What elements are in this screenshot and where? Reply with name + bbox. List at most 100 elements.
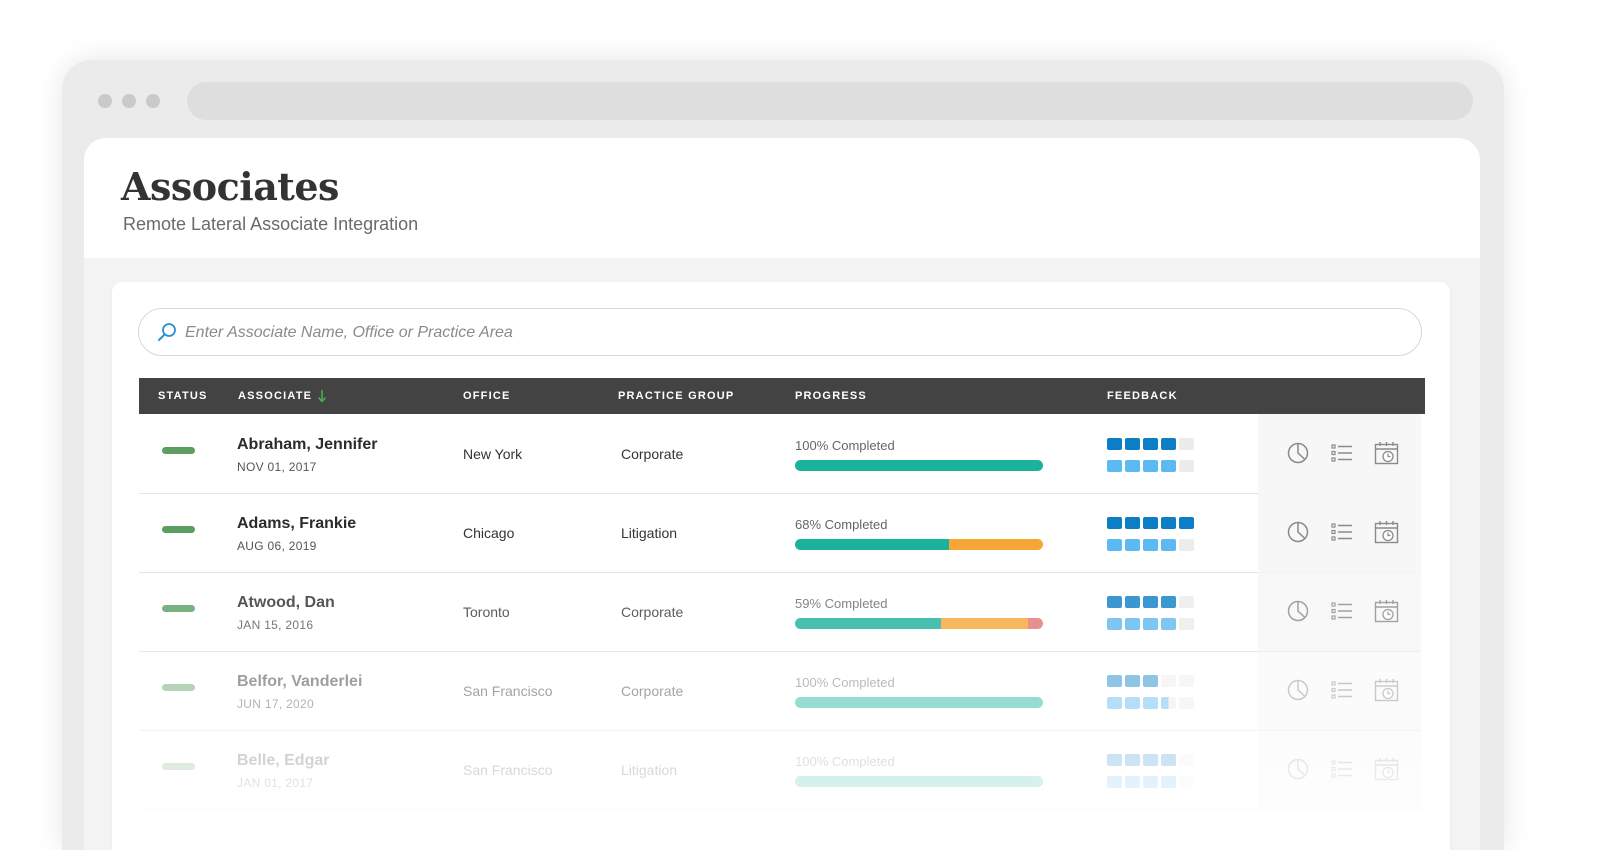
list-icon[interactable]	[1330, 599, 1354, 623]
feedback-square	[1125, 675, 1140, 687]
pie-chart-icon[interactable]	[1286, 678, 1310, 702]
status-indicator	[162, 684, 195, 691]
associate-name[interactable]: Adams, Frankie	[237, 515, 356, 533]
feedback-square	[1107, 754, 1122, 766]
table-row[interactable]: Adams, Frankie AUG 06, 2019 Chicago Liti…	[139, 493, 1421, 573]
office-cell: San Francisco	[463, 683, 553, 699]
feedback-square	[1161, 776, 1176, 788]
associate-name[interactable]: Abraham, Jennifer	[237, 436, 377, 454]
window-dot[interactable]	[98, 94, 112, 108]
table-row[interactable]: Atwood, Dan JAN 15, 2016 Toronto Corpora…	[139, 572, 1421, 652]
page-title: Associates	[121, 164, 339, 209]
feedback-square	[1143, 596, 1158, 608]
column-header-associate[interactable]: ASSOCIATE	[238, 378, 312, 414]
feedback-square	[1161, 618, 1176, 630]
feedback-square	[1107, 539, 1122, 551]
feedback-square	[1179, 438, 1194, 450]
status-indicator	[162, 763, 195, 770]
progress-segment-pending	[948, 539, 1043, 550]
feedback-rating-bottom	[1107, 539, 1194, 551]
feedback-square	[1179, 596, 1194, 608]
table-row[interactable]: Belle, Edgar JAN 01, 2017 San Francisco …	[139, 730, 1421, 810]
progress-segment-complete	[795, 697, 1043, 708]
list-icon[interactable]	[1330, 757, 1354, 781]
practice-group-cell: Litigation	[621, 525, 678, 541]
search-icon	[158, 323, 176, 341]
address-bar[interactable]	[187, 82, 1473, 120]
feedback-square	[1107, 460, 1122, 472]
calendar-clock-icon[interactable]	[1374, 757, 1400, 781]
feedback-square	[1107, 697, 1122, 709]
calendar-clock-icon[interactable]	[1374, 441, 1400, 465]
list-icon[interactable]	[1330, 441, 1354, 465]
page-header: Associates Remote Lateral Associate Inte…	[84, 138, 1480, 258]
progress-label: 100% Completed	[795, 754, 895, 769]
associate-name[interactable]: Atwood, Dan	[237, 594, 335, 612]
associate-start-date: JAN 01, 2017	[237, 776, 314, 790]
pie-chart-icon[interactable]	[1286, 599, 1310, 623]
feedback-square	[1179, 618, 1194, 630]
feedback-square	[1125, 539, 1140, 551]
progress-bar	[795, 697, 1043, 708]
page: Associates Remote Lateral Associate Inte…	[84, 138, 1480, 850]
pie-chart-icon[interactable]	[1286, 757, 1310, 781]
feedback-rating-bottom	[1107, 776, 1194, 788]
calendar-clock-icon[interactable]	[1374, 520, 1400, 544]
feedback-square	[1125, 618, 1140, 630]
practice-group-cell: Corporate	[621, 683, 684, 699]
table-row[interactable]: Belfor, Vanderlei JUN 17, 2020 San Franc…	[139, 651, 1421, 731]
associate-start-date: AUG 06, 2019	[237, 539, 317, 553]
feedback-square	[1143, 539, 1158, 551]
progress-label: 100% Completed	[795, 438, 895, 453]
feedback-rating-top	[1107, 596, 1194, 608]
window-controls	[98, 94, 160, 108]
browser-window: Associates Remote Lateral Associate Inte…	[62, 60, 1504, 850]
column-header-progress[interactable]: PROGRESS	[795, 378, 867, 414]
table-row[interactable]: Abraham, Jennifer NOV 01, 2017 New York …	[139, 414, 1421, 494]
feedback-square	[1107, 675, 1122, 687]
progress-segment-pending	[941, 618, 1029, 629]
feedback-rating-top	[1107, 675, 1194, 687]
window-dot[interactable]	[122, 94, 136, 108]
search-input[interactable]	[183, 317, 1387, 349]
column-header-feedback[interactable]: FEEDBACK	[1107, 378, 1178, 414]
column-header-practice-group[interactable]: PRACTICE GROUP	[618, 378, 734, 414]
feedback-square	[1125, 438, 1140, 450]
feedback-square	[1179, 460, 1194, 472]
list-icon[interactable]	[1330, 678, 1354, 702]
feedback-square	[1143, 697, 1158, 709]
practice-group-cell: Litigation	[621, 762, 678, 778]
status-indicator	[162, 526, 195, 533]
feedback-rating-bottom	[1107, 618, 1194, 630]
associates-card: STATUS ASSOCIATE OFFICE PRACTICE GROUP P…	[112, 282, 1450, 850]
feedback-rating-bottom	[1107, 697, 1194, 709]
window-dot[interactable]	[146, 94, 160, 108]
progress-segment-complete	[795, 776, 1043, 787]
feedback-rating-top	[1107, 754, 1194, 766]
feedback-square	[1107, 618, 1122, 630]
pie-chart-icon[interactable]	[1286, 520, 1310, 544]
associate-name[interactable]: Belle, Edgar	[237, 752, 329, 770]
feedback-square	[1179, 517, 1194, 529]
progress-segment-late	[1028, 618, 1043, 629]
column-header-status[interactable]: STATUS	[158, 378, 208, 414]
column-header-office[interactable]: OFFICE	[463, 378, 511, 414]
calendar-clock-icon[interactable]	[1374, 599, 1400, 623]
feedback-square	[1161, 438, 1176, 450]
feedback-square	[1143, 460, 1158, 472]
arrow-down-icon[interactable]	[317, 389, 327, 403]
list-icon[interactable]	[1330, 520, 1354, 544]
practice-group-cell: Corporate	[621, 604, 684, 620]
progress-bar	[795, 460, 1043, 471]
calendar-clock-icon[interactable]	[1374, 678, 1400, 702]
feedback-rating-top	[1107, 517, 1194, 529]
feedback-square	[1161, 697, 1176, 709]
pie-chart-icon[interactable]	[1286, 441, 1310, 465]
row-actions	[1258, 414, 1421, 493]
search-box[interactable]	[138, 308, 1422, 356]
feedback-square	[1125, 754, 1140, 766]
feedback-square	[1179, 697, 1194, 709]
associate-name[interactable]: Belfor, Vanderlei	[237, 673, 362, 691]
table-header: STATUS ASSOCIATE OFFICE PRACTICE GROUP P…	[139, 378, 1425, 414]
feedback-square	[1161, 460, 1176, 472]
